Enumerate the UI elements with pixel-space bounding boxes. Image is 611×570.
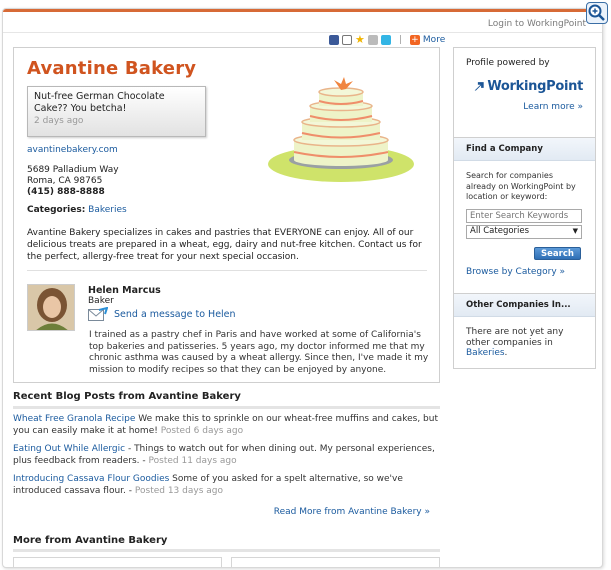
read-more-link[interactable]: Read More from Avantine Bakery »	[274, 507, 430, 517]
magnifier-icon	[588, 4, 605, 21]
twitter-icon[interactable]	[380, 35, 391, 45]
phone-number: (415) 888-8888	[27, 187, 105, 197]
login-link[interactable]: Login to WorkingPoint	[488, 19, 586, 29]
more-box	[13, 557, 222, 567]
owner-name: Helen Marcus	[88, 285, 161, 296]
plus-icon[interactable]: +	[409, 35, 420, 45]
share-bar: ★ | + More	[329, 34, 445, 46]
address-block: 5689 Palladium Way Roma, CA 98765 (415) …	[27, 165, 119, 198]
top-bar: Login to WorkingPoint	[3, 9, 602, 33]
find-company-box: Find a Company Search for companies alre…	[453, 137, 596, 294]
more-box	[231, 557, 440, 567]
owner-role: Baker	[88, 296, 114, 306]
blog-divider	[13, 406, 440, 409]
learn-more-link[interactable]: Learn more »	[523, 102, 583, 112]
brand-name: WorkingPoint	[487, 78, 583, 94]
more-heading: More from Avantine Bakery	[13, 535, 168, 546]
logo-arrow-icon	[474, 82, 484, 91]
blog-heading: Recent Blog Posts from Avantine Bakery	[13, 391, 241, 402]
blog-post-title[interactable]: Eating Out While Allergic	[13, 444, 125, 454]
business-name: Avantine Bakery	[27, 58, 197, 79]
star-icon[interactable]: ★	[355, 34, 365, 45]
website-link[interactable]: avantinebakery.com	[27, 145, 118, 155]
category-select-value: All Categories	[470, 226, 530, 237]
send-message-link[interactable]: Send a message to Helen	[114, 309, 236, 320]
cake-illustration	[268, 77, 414, 182]
business-description: Avantine Bakery specializes in cakes and…	[27, 228, 422, 262]
blog-post-date: Posted 13 days ago	[134, 486, 223, 496]
powered-by-label: Profile powered by	[466, 58, 550, 68]
page-frame: Login to WorkingPoint ★ | + More Avantin…	[2, 8, 603, 568]
find-company-heading: Find a Company	[454, 138, 595, 161]
status-time: 2 days ago	[34, 116, 84, 126]
more-boxes	[13, 557, 440, 567]
email-icon[interactable]	[342, 35, 352, 45]
category-select[interactable]: All Categories ▼	[466, 224, 582, 239]
blog-post-title[interactable]: Introducing Cassava Flour Goodies	[13, 474, 169, 484]
status-text: Nut-free German Chocolate Cake?? You bet…	[34, 91, 165, 114]
address-line2: Roma, CA 98765	[27, 176, 103, 186]
powered-by-box: Profile powered by WorkingPoint Learn mo…	[453, 47, 596, 138]
blog-post-date: Posted 6 days ago	[160, 426, 244, 436]
other-companies-text: There are not yet any other companies in	[466, 327, 564, 348]
more-divider	[13, 549, 440, 552]
envelope-icon	[88, 307, 108, 321]
category-link[interactable]: Bakeries	[88, 205, 127, 215]
browse-category-link[interactable]: Browse by Category »	[466, 267, 565, 277]
address-line1: 5689 Palladium Way	[27, 165, 119, 175]
workingpoint-logo[interactable]: WorkingPoint	[474, 78, 583, 94]
other-companies-link[interactable]: Bakeries	[466, 348, 505, 358]
categories-label: Categories:	[27, 205, 86, 215]
blog-post-title[interactable]: Wheat Free Granola Recipe	[13, 414, 135, 424]
find-company-text: Search for companies already on WorkingP…	[466, 171, 576, 201]
send-message[interactable]: Send a message to Helen	[88, 307, 236, 321]
zoom-button[interactable]	[586, 2, 608, 24]
print-icon[interactable]	[367, 35, 378, 45]
owner-bio: I trained as a pastry chef in Paris and …	[89, 330, 429, 375]
search-keywords-input[interactable]	[466, 208, 582, 223]
divider: |	[398, 35, 402, 45]
other-companies-heading: Other Companies In...	[454, 294, 595, 317]
search-button[interactable]: Search	[534, 246, 581, 260]
blog-post: Wheat Free Granola Recipe We make this t…	[13, 413, 441, 437]
divider	[27, 270, 427, 271]
categories: Categories: Bakeries	[27, 205, 127, 215]
facebook-icon[interactable]	[329, 35, 339, 45]
avatar	[27, 284, 75, 331]
other-companies-suffix: .	[504, 348, 508, 358]
blog-post: Introducing Cassava Flour Goodies Some o…	[13, 474, 403, 496]
status-bubble: Nut-free German Chocolate Cake?? You bet…	[27, 86, 206, 137]
other-companies-box: Other Companies In... There are not yet …	[453, 293, 596, 369]
more-share-link[interactable]: More	[423, 35, 445, 45]
blog-post-date: Posted 11 days ago	[148, 456, 237, 466]
blog-post: Eating Out While Allergic - Things to wa…	[13, 444, 435, 466]
business-card: Avantine Bakery Nut-free German Chocolat…	[13, 47, 440, 383]
chevron-down-icon: ▼	[572, 227, 578, 236]
